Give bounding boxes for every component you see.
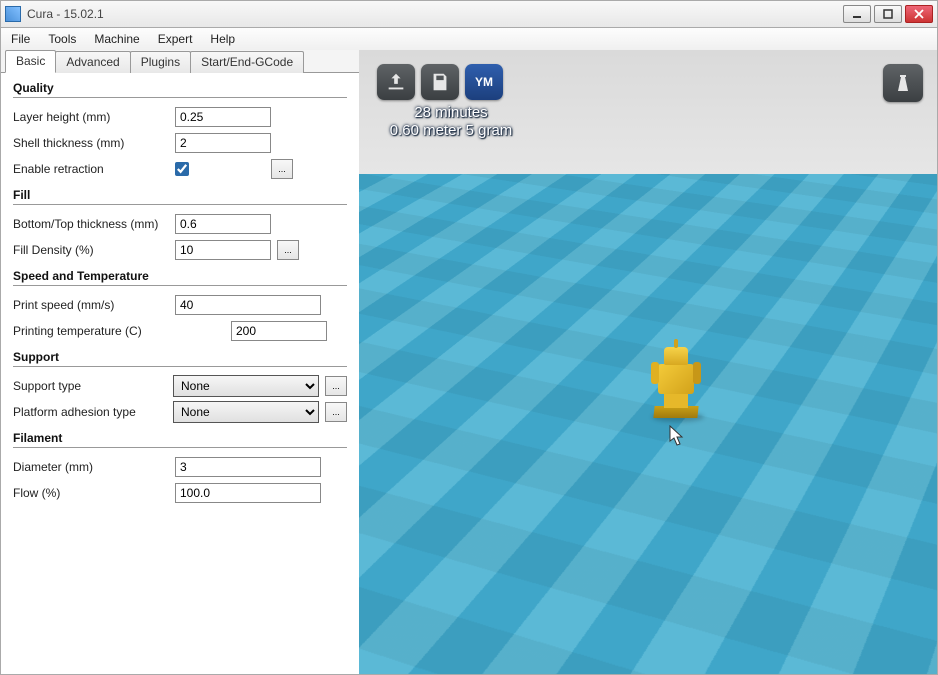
menu-file[interactable]: File bbox=[7, 30, 34, 48]
input-bottom-top-thickness[interactable] bbox=[175, 214, 271, 234]
label-layer-height: Layer height (mm) bbox=[13, 110, 175, 124]
section-speed-temp-header: Speed and Temperature bbox=[13, 269, 347, 283]
input-flow[interactable] bbox=[175, 483, 321, 503]
tab-plugins[interactable]: Plugins bbox=[130, 51, 191, 73]
save-toolpath-button[interactable] bbox=[421, 64, 459, 100]
divider bbox=[13, 285, 347, 286]
label-diameter: Diameter (mm) bbox=[13, 460, 175, 474]
label-enable-retraction: Enable retraction bbox=[13, 162, 175, 176]
select-platform-adhesion[interactable]: None bbox=[173, 401, 319, 423]
print-time-text: 28 minutes bbox=[371, 104, 531, 122]
load-model-button[interactable] bbox=[377, 64, 415, 100]
checkbox-enable-retraction[interactable] bbox=[175, 162, 189, 176]
model-antenna bbox=[674, 339, 678, 348]
menu-bar: File Tools Machine Expert Help bbox=[0, 28, 938, 50]
input-shell-thickness[interactable] bbox=[175, 133, 271, 153]
input-layer-height[interactable] bbox=[175, 107, 271, 127]
divider bbox=[13, 447, 347, 448]
label-printing-temperature: Printing temperature (C) bbox=[13, 324, 175, 338]
fill-density-settings-button[interactable]: ... bbox=[277, 240, 299, 260]
menu-help[interactable]: Help bbox=[206, 30, 239, 48]
save-toolpath-icon bbox=[429, 71, 451, 93]
settings-panel: Basic Advanced Plugins Start/End-GCode Q… bbox=[1, 50, 359, 674]
print-estimate: 28 minutes 0.60 meter 5 gram bbox=[371, 104, 531, 140]
close-button[interactable] bbox=[905, 5, 933, 23]
tab-gcode[interactable]: Start/End-GCode bbox=[190, 51, 304, 73]
tab-strip: Basic Advanced Plugins Start/End-GCode bbox=[1, 50, 359, 73]
section-fill-header: Fill bbox=[13, 188, 347, 202]
select-support-type[interactable]: None bbox=[173, 375, 319, 397]
input-print-speed[interactable] bbox=[175, 295, 321, 315]
share-ym-button[interactable]: YM bbox=[465, 64, 503, 100]
model-preview[interactable] bbox=[652, 338, 700, 418]
label-print-speed: Print speed (mm/s) bbox=[13, 298, 175, 312]
viewport-build-plate bbox=[359, 174, 937, 674]
menu-expert[interactable]: Expert bbox=[154, 30, 197, 48]
load-model-icon bbox=[385, 71, 407, 93]
model-legs bbox=[664, 392, 688, 408]
model-torso bbox=[658, 364, 694, 394]
view-mode-icon bbox=[891, 71, 915, 95]
support-type-settings-button[interactable]: ... bbox=[325, 376, 347, 396]
menu-tools[interactable]: Tools bbox=[44, 30, 80, 48]
label-platform-adhesion: Platform adhesion type bbox=[13, 405, 173, 419]
divider bbox=[13, 366, 347, 367]
model-arm-left bbox=[651, 362, 659, 384]
divider bbox=[13, 204, 347, 205]
app-icon bbox=[5, 6, 21, 22]
section-filament-header: Filament bbox=[13, 431, 347, 445]
divider bbox=[13, 97, 347, 98]
view-mode-button[interactable] bbox=[883, 64, 923, 102]
label-flow: Flow (%) bbox=[13, 486, 175, 500]
material-usage-text: 0.60 meter 5 gram bbox=[371, 122, 531, 140]
input-diameter[interactable] bbox=[175, 457, 321, 477]
label-bottom-top-thickness: Bottom/Top thickness (mm) bbox=[13, 217, 175, 231]
input-fill-density[interactable] bbox=[175, 240, 271, 260]
section-support-header: Support bbox=[13, 350, 347, 364]
section-quality-header: Quality bbox=[13, 81, 347, 95]
retraction-settings-button[interactable]: ... bbox=[271, 159, 293, 179]
window-title: Cura - 15.02.1 bbox=[27, 7, 104, 21]
platform-adhesion-settings-button[interactable]: ... bbox=[325, 402, 347, 422]
label-shell-thickness: Shell thickness (mm) bbox=[13, 136, 175, 150]
input-printing-temperature[interactable] bbox=[231, 321, 327, 341]
label-fill-density: Fill Density (%) bbox=[13, 243, 175, 257]
3d-viewport[interactable]: YM 28 minutes 0.60 meter 5 gram bbox=[359, 50, 937, 674]
window-titlebar: Cura - 15.02.1 bbox=[0, 0, 938, 28]
menu-machine[interactable]: Machine bbox=[90, 30, 143, 48]
tab-basic[interactable]: Basic bbox=[5, 50, 56, 73]
label-support-type: Support type bbox=[13, 379, 173, 393]
maximize-button[interactable] bbox=[874, 5, 902, 23]
ym-icon: YM bbox=[475, 75, 493, 89]
tab-advanced[interactable]: Advanced bbox=[55, 51, 130, 73]
minimize-button[interactable] bbox=[843, 5, 871, 23]
model-head bbox=[664, 347, 688, 365]
model-arm-right bbox=[693, 362, 701, 384]
